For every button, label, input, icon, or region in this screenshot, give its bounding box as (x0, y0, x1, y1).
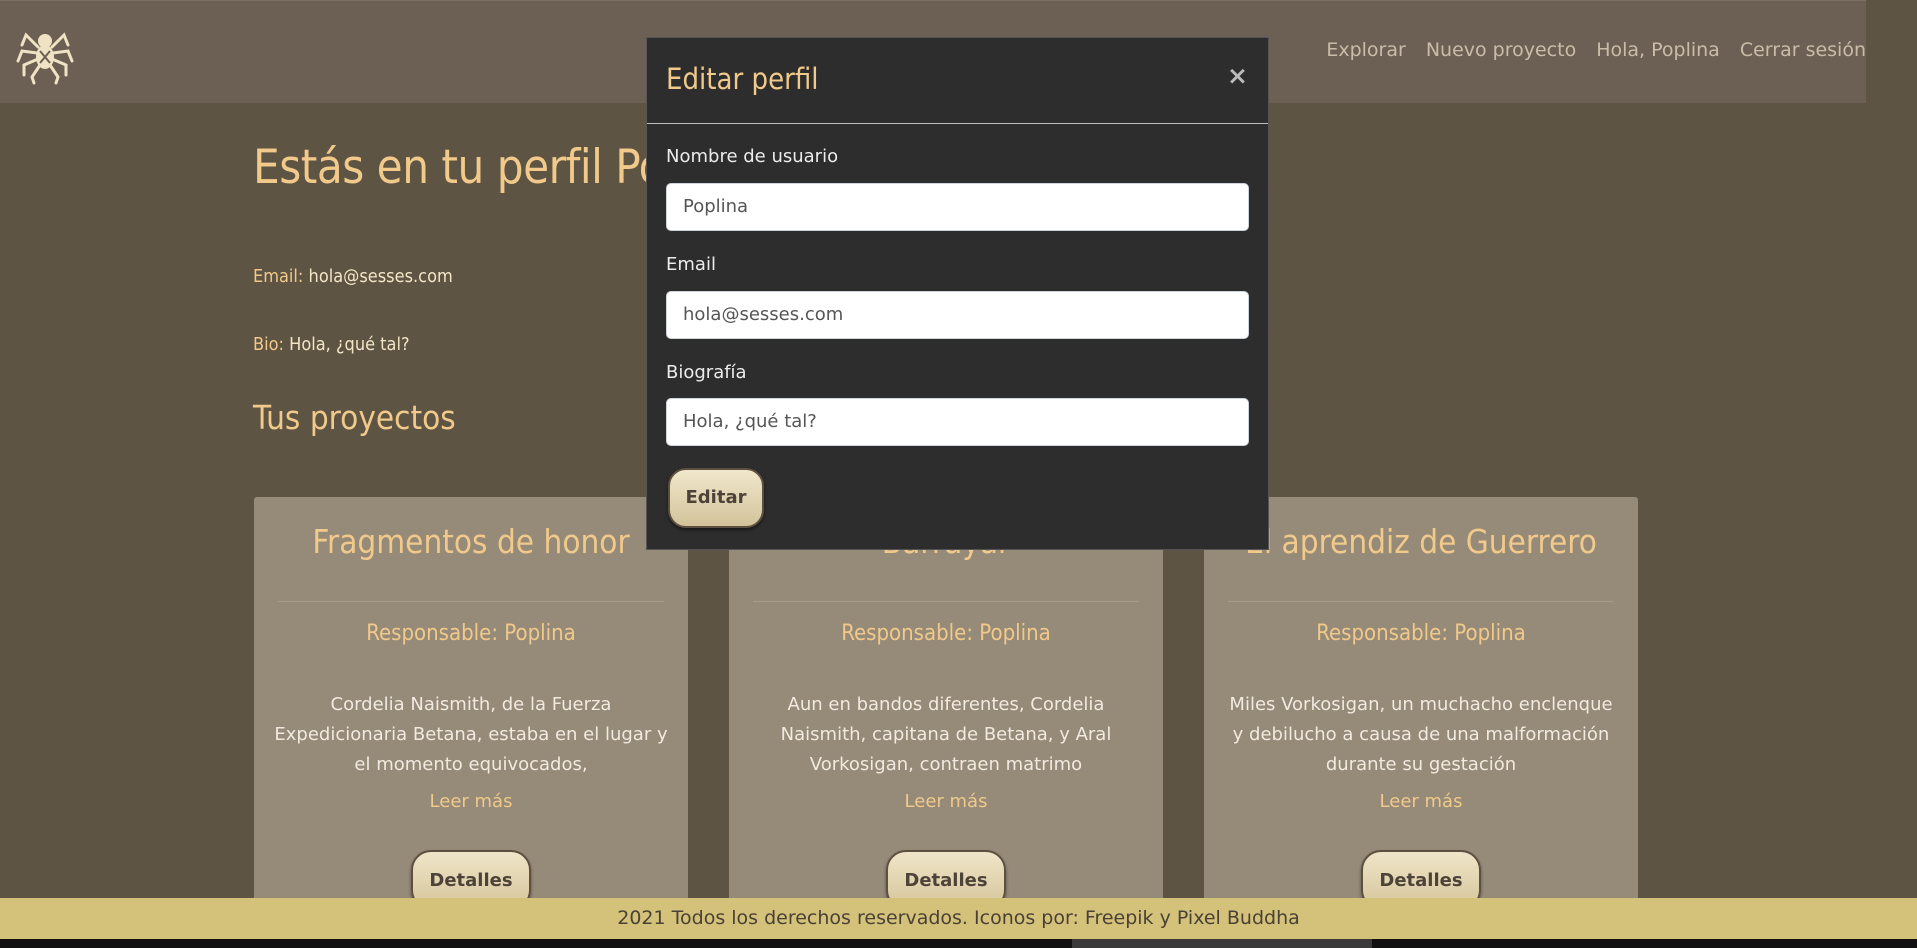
project-responsible: Responsable: Poplina (1316, 621, 1526, 646)
project-title: Fragmentos de honor (312, 522, 630, 561)
edit-submit-button[interactable]: Editar (668, 468, 764, 528)
taskbar-strip (0, 939, 1917, 948)
bio-label: Biografía (666, 362, 747, 383)
project-title: El aprendiz de Guerrero (1245, 522, 1597, 561)
footer: 2021 Todos los derechos reservados. Icon… (0, 898, 1917, 939)
project-card: Barrayar Responsable: Poplina Aun en ban… (729, 497, 1163, 917)
spider-logo-icon[interactable] (16, 21, 74, 85)
read-more-link[interactable]: Leer más (1204, 791, 1638, 812)
projects-heading: Tus proyectos (253, 398, 456, 437)
read-more-link[interactable]: Leer más (254, 791, 688, 812)
card-divider (278, 601, 664, 602)
project-description: Cordelia Naismith, de la Fuerza Expedici… (274, 694, 668, 775)
nav-link-cerrar-sesion[interactable]: Cerrar sesión (1740, 39, 1866, 61)
email-input[interactable]: hola@sesses.com (666, 291, 1249, 339)
project-description: Aun en bandos diferentes, Cordelia Naism… (780, 694, 1112, 775)
profile-email-label: Email: (253, 266, 304, 287)
email-label: Email (666, 254, 716, 275)
read-more-link[interactable]: Leer más (729, 791, 1163, 812)
project-card: El aprendiz de Guerrero Responsable: Pop… (1204, 497, 1638, 917)
nav-link-user-greeting[interactable]: Hola, Poplina (1596, 39, 1720, 61)
card-divider (753, 601, 1139, 602)
project-description: Miles Vorkosigan, un muchacho enclenque … (1229, 694, 1613, 775)
project-responsible: Responsable: Poplina (366, 621, 576, 646)
username-input[interactable]: Poplina (666, 183, 1249, 231)
profile-bio: Bio: Hola, ¿qué tal? (253, 334, 410, 355)
profile-bio-value: Hola, ¿qué tal? (289, 334, 410, 355)
close-icon[interactable]: × (1227, 61, 1248, 90)
bio-input[interactable]: Hola, ¿qué tal? (666, 398, 1249, 446)
username-label: Nombre de usuario (666, 146, 839, 167)
project-card: Fragmentos de honor Responsable: Poplina… (254, 497, 688, 917)
profile-email-value: hola@sesses.com (308, 266, 453, 287)
edit-profile-modal: Editar perfil × Nombre de usuario Poplin… (646, 37, 1269, 550)
nav-links: Explorar Nuevo proyecto Hola, Poplina Ce… (1326, 39, 1866, 61)
project-responsible: Responsable: Poplina (841, 621, 1051, 646)
modal-header: Editar perfil × (647, 38, 1268, 124)
nav-link-nuevo-proyecto[interactable]: Nuevo proyecto (1426, 39, 1576, 61)
profile-email: Email: hola@sesses.com (253, 266, 453, 287)
profile-bio-label: Bio: (253, 334, 284, 355)
card-divider (1228, 601, 1614, 602)
nav-link-explorar[interactable]: Explorar (1326, 39, 1405, 61)
modal-title: Editar perfil (666, 62, 819, 96)
